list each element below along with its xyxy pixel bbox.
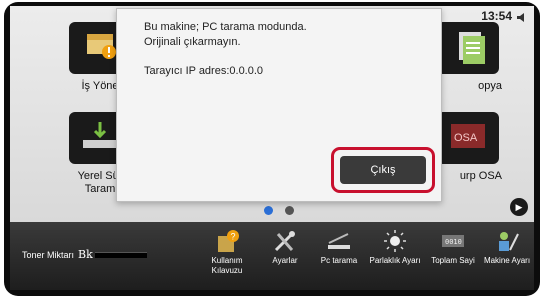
tool-label: Toplam Sayi — [431, 256, 475, 265]
page-dot-active[interactable] — [264, 206, 273, 215]
copy-icon — [437, 22, 499, 74]
scanner-ip-text: Tarayıcı IP adres:0.0.0.0 — [144, 65, 264, 77]
svg-text:?: ? — [231, 232, 236, 242]
svg-text:OSA: OSA — [454, 132, 478, 144]
tool-total-count[interactable]: 0010 Toplam Sayi — [426, 228, 480, 266]
counter-icon: 0010 — [438, 228, 468, 254]
tool-label: Ayarlar — [272, 256, 298, 265]
osa-icon: OSA — [437, 112, 499, 164]
bottom-bar: Toner Miktarı Bk ? Kullanım Kılavuzu Aya… — [10, 222, 534, 290]
tools-icon — [270, 228, 300, 254]
home-screen: İş Yöne Yerel Sür Taram opya OSA urp OSA… — [10, 6, 534, 222]
manual-icon: ? — [212, 228, 242, 254]
dialog-message: Bu makine; PC tarama modunda. — [144, 21, 307, 33]
page-indicator[interactable] — [260, 202, 298, 220]
tool-label: Pc tarama — [320, 256, 358, 265]
exit-highlight: Çıkış — [331, 147, 435, 193]
toner-indicator: Toner Miktarı Bk — [22, 248, 147, 261]
toner-color: Bk — [78, 248, 93, 261]
tool-label: Parlaklık Ayarı — [369, 256, 421, 265]
exit-button[interactable]: Çıkış — [340, 156, 426, 184]
scanner-icon — [324, 228, 354, 254]
toner-label: Toner Miktarı — [22, 249, 75, 260]
brightness-icon — [380, 228, 410, 254]
svg-text:0010: 0010 — [445, 238, 462, 246]
page-dot[interactable] — [285, 206, 295, 215]
tool-machine-settings[interactable]: Makine Ayarı — [480, 228, 534, 266]
tool-manual[interactable]: ? Kullanım Kılavuzu — [200, 228, 254, 276]
tool-brightness[interactable]: Parlaklık Ayarı — [368, 228, 422, 266]
tool-label: Kullanım Kılavuzu — [211, 256, 243, 275]
tool-label: Makine Ayarı — [483, 256, 531, 265]
device-panel: İş Yöne Yerel Sür Taram opya OSA urp OSA… — [4, 2, 540, 296]
dialog-message-secondary: Orijinali çıkarmayın. — [144, 36, 241, 48]
speaker-icon[interactable] — [516, 10, 528, 22]
tool-pc-scan[interactable]: Pc tarama — [312, 228, 366, 266]
tool-settings[interactable]: Ayarlar — [258, 228, 312, 266]
clock: 13:54 — [481, 9, 512, 23]
toner-level-bar — [94, 251, 147, 258]
pc-scan-dialog: Bu makine; PC tarama modunda. Orijinali … — [116, 8, 442, 202]
machine-settings-icon — [492, 228, 522, 254]
next-page-button[interactable]: ▶ — [510, 198, 528, 216]
